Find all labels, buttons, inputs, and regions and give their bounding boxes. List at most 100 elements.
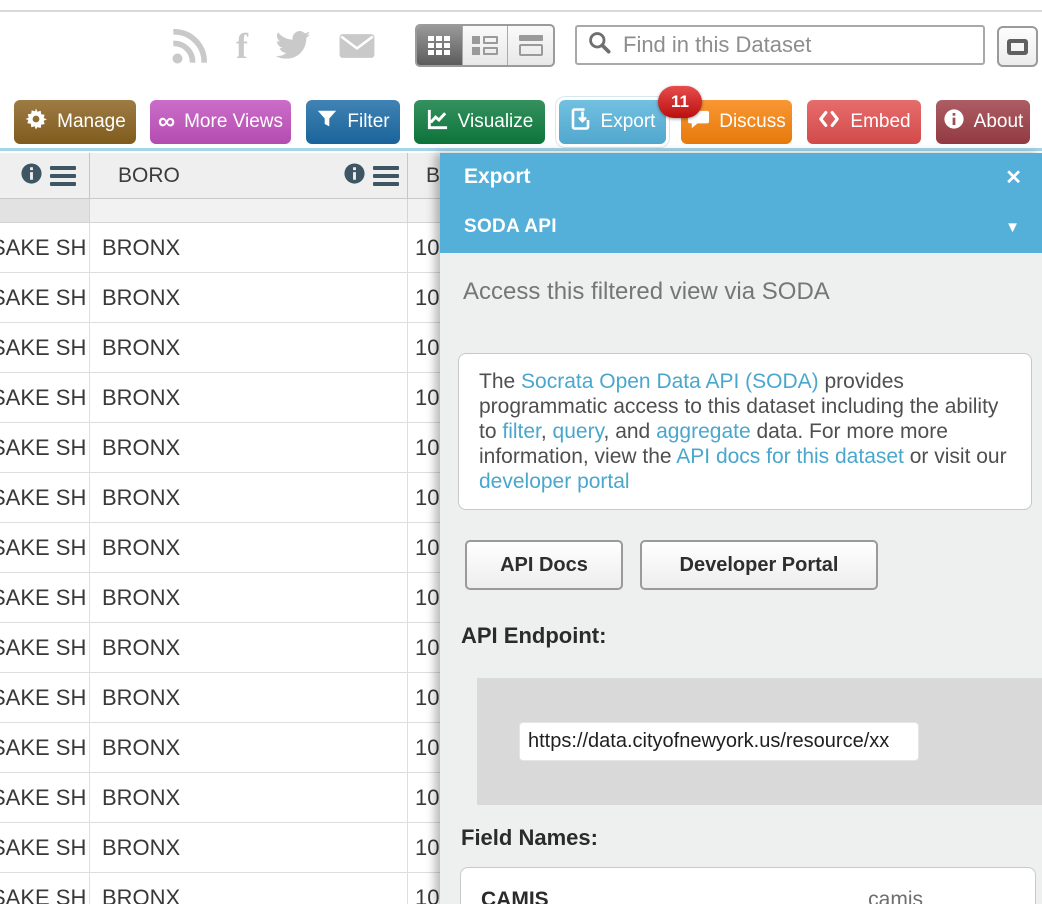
chart-icon xyxy=(426,108,449,137)
developer-portal-link[interactable]: developer portal xyxy=(479,470,630,493)
column-header-boro[interactable]: BORO xyxy=(90,153,408,198)
filter-button[interactable]: Filter xyxy=(306,100,400,144)
search-input[interactable] xyxy=(623,32,973,58)
more-views-button[interactable]: ∞ More Views xyxy=(150,100,291,144)
view-toggle-group xyxy=(415,24,555,67)
description-text: The xyxy=(479,370,521,393)
discuss-count-badge: 11 xyxy=(658,86,702,118)
facebook-icon[interactable]: f xyxy=(236,26,248,66)
column-header-dba[interactable] xyxy=(0,153,90,198)
query-link[interactable]: query xyxy=(553,420,604,443)
app-window: f Mana xyxy=(0,0,1042,904)
top-divider xyxy=(0,10,1042,12)
manage-button[interactable]: Manage xyxy=(14,100,136,144)
cell-dba[interactable]: SAKE SH xyxy=(0,773,90,822)
blank-cell xyxy=(90,199,408,222)
cell-dba[interactable]: SAKE SH xyxy=(0,573,90,622)
cell-boro[interactable]: BRONX xyxy=(90,623,408,672)
soda-subtitle: Access this filtered view via SODA xyxy=(463,278,830,306)
cell-boro[interactable]: BRONX xyxy=(90,723,408,772)
info-icon xyxy=(943,108,965,136)
share-icons: f xyxy=(170,22,376,70)
api-endpoint-input[interactable] xyxy=(519,722,919,761)
blank-cell xyxy=(0,199,90,222)
cell-boro[interactable]: BRONX xyxy=(90,873,408,904)
gear-icon xyxy=(24,107,48,137)
code-brackets-icon xyxy=(817,108,841,136)
fullscreen-button[interactable] xyxy=(997,26,1038,67)
cell-dba[interactable]: SAKE SH xyxy=(0,623,90,672)
export-button[interactable]: Export xyxy=(559,100,666,144)
cell-dba[interactable]: SAKE SH xyxy=(0,273,90,322)
cell-dba[interactable]: SAKE SH xyxy=(0,673,90,722)
cell-dba[interactable]: SAKE SH xyxy=(0,723,90,772)
grid-view-button[interactable] xyxy=(417,26,463,65)
email-icon[interactable] xyxy=(338,32,376,60)
cell-boro[interactable]: BRONX xyxy=(90,423,408,472)
twitter-icon[interactable] xyxy=(274,30,312,62)
filter-link[interactable]: filter xyxy=(502,420,541,443)
cell-boro[interactable]: BRONX xyxy=(90,273,408,322)
embed-button[interactable]: Embed xyxy=(807,100,921,144)
cell-boro[interactable]: BRONX xyxy=(90,673,408,722)
field-names-label: Field Names: xyxy=(461,825,598,851)
soda-api-link[interactable]: Socrata Open Data API (SODA) xyxy=(521,370,819,393)
column-label: B xyxy=(426,164,440,188)
about-button[interactable]: About xyxy=(936,100,1030,144)
api-docs-button[interactable]: API Docs xyxy=(465,540,623,590)
about-label: About xyxy=(974,111,1024,133)
column-header-icons xyxy=(20,162,84,190)
field-names-box: CAMIS camis xyxy=(460,867,1036,904)
embed-label: Embed xyxy=(850,111,910,133)
column-info-icon[interactable] xyxy=(343,162,366,190)
toolbar-divider xyxy=(0,148,1042,151)
developer-portal-button[interactable]: Developer Portal xyxy=(640,540,878,590)
cell-dba[interactable]: SAKE SH xyxy=(0,323,90,372)
column-menu-icon[interactable] xyxy=(373,166,399,186)
field-display-name: CAMIS xyxy=(481,888,549,904)
field-api-name: camis xyxy=(868,888,923,904)
description-text: , and xyxy=(604,420,657,443)
soda-api-section-header[interactable]: SODA API ▼ xyxy=(440,201,1042,253)
soda-description-box: The Socrata Open Data API (SODA) provide… xyxy=(458,353,1032,510)
more-views-label: More Views xyxy=(184,111,283,133)
cell-boro[interactable]: BRONX xyxy=(90,823,408,872)
visualize-button[interactable]: Visualize xyxy=(414,100,545,144)
cell-boro[interactable]: BRONX xyxy=(90,373,408,422)
rich-view-button[interactable] xyxy=(463,26,509,65)
cell-boro[interactable]: BRONX xyxy=(90,573,408,622)
column-label: BORO xyxy=(118,164,180,188)
rss-icon[interactable] xyxy=(170,25,210,67)
column-menu-icon[interactable] xyxy=(50,166,76,186)
cell-boro[interactable]: BRONX xyxy=(90,773,408,822)
cell-boro[interactable]: BRONX xyxy=(90,523,408,572)
cell-dba[interactable]: SAKE SH xyxy=(0,223,90,272)
close-icon[interactable]: ✕ xyxy=(1005,165,1022,190)
aggregate-link[interactable]: aggregate xyxy=(656,420,751,443)
column-header-icons xyxy=(343,162,407,190)
column-info-icon[interactable] xyxy=(20,162,43,190)
api-docs-link[interactable]: API docs for this dataset xyxy=(676,445,904,468)
api-endpoint-box xyxy=(477,678,1042,805)
cell-boro[interactable]: BRONX xyxy=(90,473,408,522)
export-panel-header: Export ✕ xyxy=(440,153,1042,201)
cell-dba[interactable]: SAKE SH xyxy=(0,423,90,472)
cell-boro[interactable]: BRONX xyxy=(90,323,408,372)
rich-view-icon xyxy=(472,36,498,55)
cell-dba[interactable]: SAKE SH xyxy=(0,873,90,904)
cell-boro[interactable]: BRONX xyxy=(90,223,408,272)
description-text: or visit our xyxy=(904,445,1007,468)
page-view-icon xyxy=(519,35,543,56)
cell-dba[interactable]: SAKE SH xyxy=(0,823,90,872)
export-label: Export xyxy=(601,111,656,133)
export-panel-title: Export xyxy=(464,165,531,189)
filter-label: Filter xyxy=(347,111,389,133)
page-view-button[interactable] xyxy=(508,26,553,65)
cell-dba[interactable]: SAKE SH xyxy=(0,473,90,522)
cell-dba[interactable]: SAKE SH xyxy=(0,523,90,572)
infinity-icon: ∞ xyxy=(158,110,175,134)
cell-dba[interactable]: SAKE SH xyxy=(0,373,90,422)
api-endpoint-label: API Endpoint: xyxy=(461,623,606,649)
export-download-icon xyxy=(570,107,592,137)
export-panel: Export ✕ SODA API ▼ Access this filtered… xyxy=(440,153,1042,904)
